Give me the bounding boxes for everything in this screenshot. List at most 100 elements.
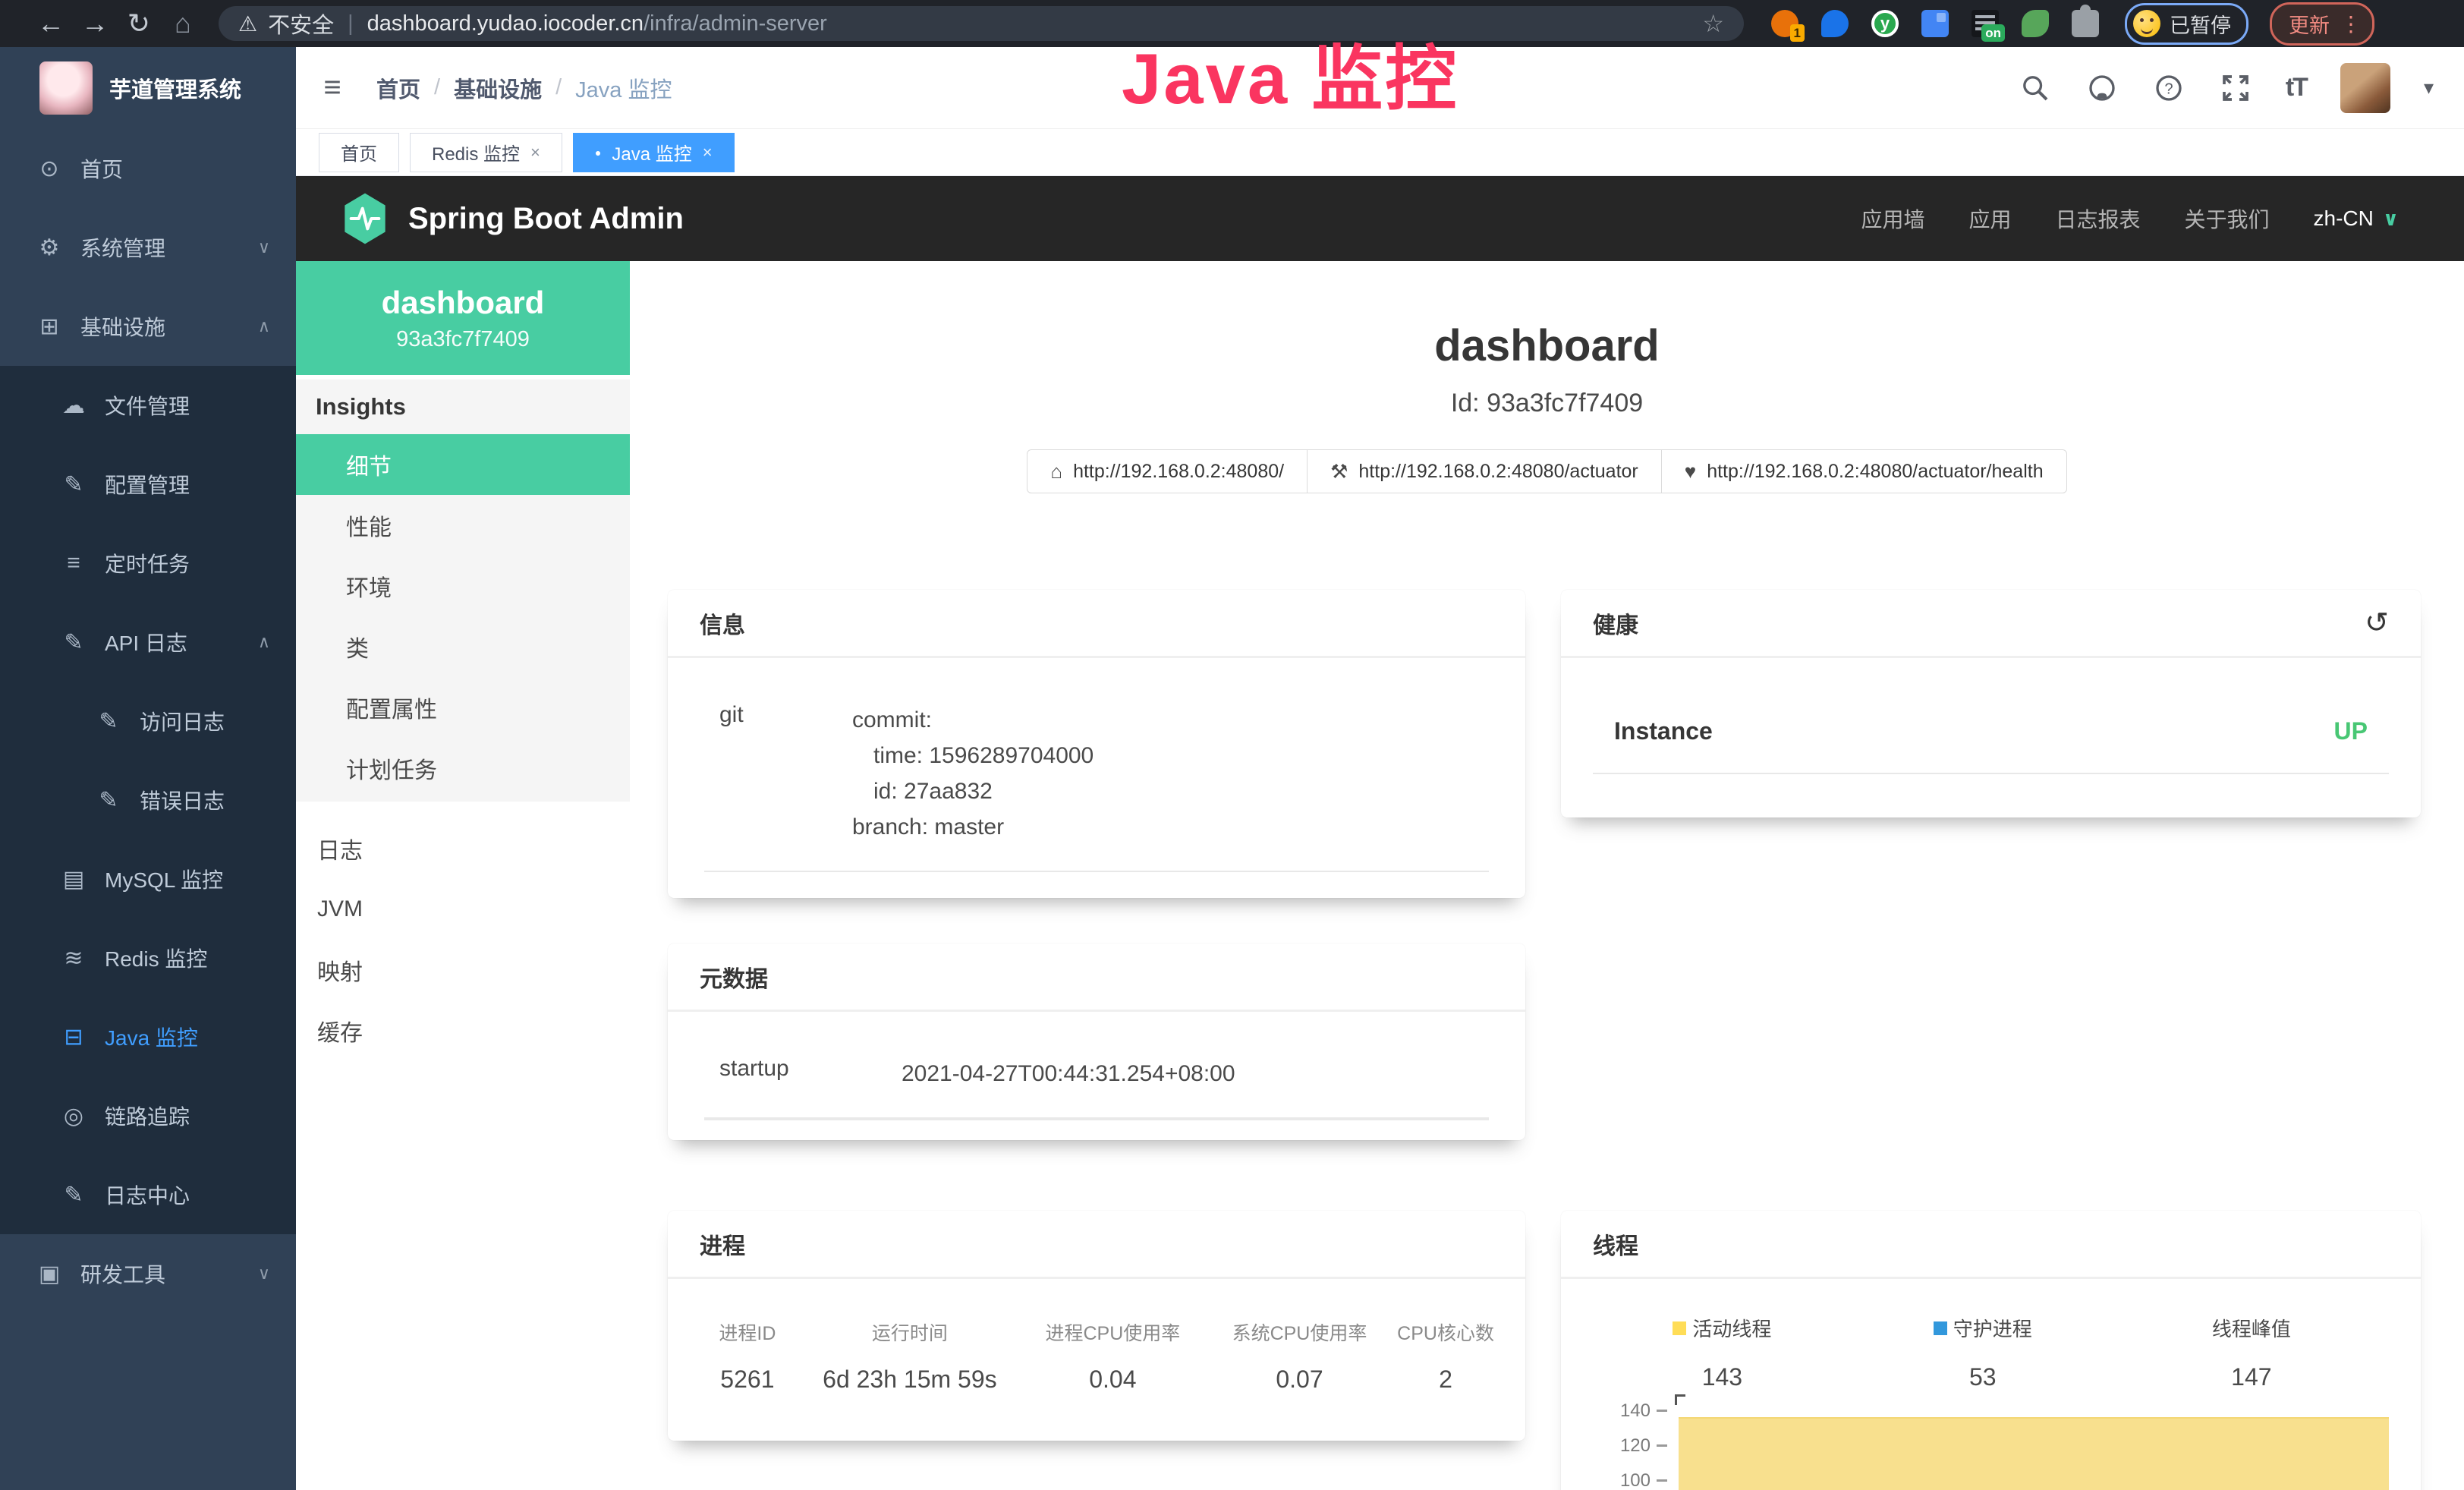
legend-item-live: 活动线程 — [1584, 1314, 1861, 1342]
extension-grid-icon[interactable] — [1921, 10, 1949, 37]
chevron-up-icon: ∧ — [258, 632, 270, 652]
schedule-icon: ≡ — [56, 550, 91, 576]
threads-legend: 活动线程 守护进程 线程峰值 — [1584, 1314, 2398, 1342]
user-avatar[interactable] — [2340, 63, 2390, 113]
extension-leaf-icon[interactable] — [2022, 10, 2049, 37]
infra-submenu: ☁ 文件管理 ✎ 配置管理 ≡ 定时任务 ✎ API 日志 ∧ ✎ 访问日志 ✎ — [0, 366, 296, 1234]
sba-item-config-props[interactable]: 配置属性 — [296, 677, 630, 738]
help-icon[interactable]: ? — [2152, 71, 2186, 105]
wrench-icon: ⚒ — [1330, 460, 1348, 484]
sba-item-logs[interactable]: 日志 — [296, 818, 630, 879]
browser-back-icon[interactable]: ← — [29, 8, 73, 39]
sidebar-item-label: 日志中心 — [105, 1180, 190, 1210]
sba-item-metrics[interactable]: 性能 — [296, 495, 630, 556]
instance-name: dashboard — [382, 285, 545, 321]
sba-item-environment[interactable]: 环境 — [296, 556, 630, 616]
sba-nav-about[interactable]: 关于我们 — [2185, 203, 2270, 234]
sidebar-item-java-monitor[interactable]: ⊟ Java 监控 — [0, 997, 296, 1076]
health-url-button[interactable]: ♥ http://192.168.0.2:48080/actuator/heal… — [1661, 449, 2067, 493]
pid-value: 5261 — [691, 1366, 804, 1394]
sidebar-item-label: 基础设施 — [80, 311, 165, 342]
service-url-button[interactable]: ⌂ http://192.168.0.2:48080/ — [1027, 449, 1308, 493]
sba-item-jvm[interactable]: JVM — [296, 879, 630, 940]
extensions-puzzle-icon[interactable] — [2072, 10, 2099, 37]
breadcrumb-home[interactable]: 首页 — [376, 72, 420, 104]
sba-nav-applications[interactable]: 应用 — [1968, 203, 2011, 234]
sba-item-details[interactable]: 细节 — [296, 434, 630, 495]
bookmark-star-icon[interactable]: ☆ — [1702, 9, 1724, 38]
column-header: 进程CPU使用率 — [1015, 1318, 1210, 1346]
sba-brand[interactable]: Spring Boot Admin — [341, 192, 684, 245]
fullscreen-icon[interactable] — [2219, 71, 2252, 105]
tab-label: 首页 — [341, 139, 377, 165]
sidebar-item-mysql-monitor[interactable]: ▤ MySQL 监控 — [0, 840, 296, 918]
home-icon: ⌂ — [1050, 460, 1062, 484]
actuator-url-button[interactable]: ⚒ http://192.168.0.2:48080/actuator — [1307, 449, 1662, 493]
table-row[interactable]: Instance UP — [1593, 717, 2389, 774]
java-monitor-icon: ⊟ — [56, 1024, 91, 1051]
tab-java-monitor[interactable]: ● Java 监控 × — [573, 133, 735, 172]
sidebar-item-redis-monitor[interactable]: ≋ Redis 监控 — [0, 918, 296, 997]
tags-view-bar: 首页 Redis 监控 × ● Java 监控 × — [296, 129, 2464, 176]
app-title: 芋道管理系统 — [109, 72, 241, 104]
sidebar-item-log-center[interactable]: ✎ 日志中心 — [0, 1155, 296, 1234]
sidebar-item-dev-tools[interactable]: ▣ 研发工具 ∨ — [0, 1234, 296, 1313]
sba-nav-journal[interactable]: 日志报表 — [2056, 203, 2141, 234]
sidebar-item-scheduled-jobs[interactable]: ≡ 定时任务 — [0, 524, 296, 603]
close-icon[interactable]: × — [703, 143, 713, 162]
search-icon[interactable] — [2019, 71, 2052, 105]
chevron-down-icon: ∨ — [2383, 207, 2399, 231]
user-menu-caret-icon[interactable]: ▾ — [2424, 76, 2434, 99]
eye-icon: ◎ — [56, 1103, 91, 1129]
address-bar[interactable]: ⚠ 不安全 | dashboard.yudao.iocoder.cn /infr… — [219, 6, 1744, 41]
sidebar-item-label: 错误日志 — [140, 785, 225, 815]
legend-yellow-swatch-icon — [1673, 1321, 1686, 1335]
insights-label: Insights — [296, 380, 630, 434]
sidebar-item-label: 研发工具 — [80, 1258, 165, 1289]
extension-icon[interactable]: 1 — [1771, 10, 1798, 37]
sba-locale-select[interactable]: zh-CN ∨ — [2314, 206, 2399, 231]
extension-icon[interactable]: on — [1972, 10, 1999, 37]
tab-home[interactable]: 首页 — [319, 133, 399, 172]
sidebar-item-label: Java 监控 — [105, 1022, 198, 1052]
browser-home-icon[interactable]: ⌂ — [161, 8, 205, 39]
close-icon[interactable]: × — [530, 143, 540, 162]
browser-menu-kebab-icon[interactable]: ⋮ — [2340, 11, 2362, 36]
browser-reload-icon[interactable]: ↻ — [117, 8, 161, 39]
font-size-icon[interactable]: tT — [2286, 73, 2307, 102]
sidebar-item-config-manage[interactable]: ✎ 配置管理 — [0, 445, 296, 524]
sidebar-item-tracing[interactable]: ◎ 链路追踪 — [0, 1076, 296, 1155]
sba-item-caches[interactable]: 缓存 — [296, 1000, 630, 1061]
history-icon[interactable]: ↺ — [2365, 606, 2389, 640]
admin-menu: ⊙ 首页 ⚙ 系统管理 ∨ ⊞ 基础设施 ∧ ☁ 文件管理 ✎ 配置管理 ≡ 定… — [0, 129, 296, 1313]
sba-instance-header[interactable]: dashboard 93a3fc7f7409 — [296, 261, 630, 375]
sba-nav-wallboard[interactable]: 应用墙 — [1861, 203, 1924, 234]
sidebar-item-label: 系统管理 — [80, 232, 165, 263]
chrome-update-button[interactable]: 更新 ⋮ — [2270, 2, 2374, 46]
breadcrumb-infra[interactable]: 基础设施 — [454, 72, 542, 104]
sidebar-item-error-log[interactable]: ✎ 错误日志 — [0, 761, 296, 840]
sidebar-item-access-log[interactable]: ✎ 访问日志 — [0, 682, 296, 761]
threads-card-body: 活动线程 守护进程 线程峰值 143 53 147 — [1561, 1279, 2421, 1391]
sidebar-item-home[interactable]: ⊙ 首页 — [0, 129, 296, 208]
sba-item-mappings[interactable]: 映射 — [296, 940, 630, 1000]
page-title: dashboard — [630, 320, 2464, 371]
extension-icon[interactable]: y — [1871, 10, 1899, 37]
sidebar-item-system[interactable]: ⚙ 系统管理 ∨ — [0, 208, 296, 287]
sidebar-collapse-icon[interactable]: ≡ — [310, 71, 355, 105]
browser-forward-icon[interactable]: → — [73, 8, 117, 39]
github-icon[interactable] — [2085, 71, 2119, 105]
legend-label: 线程峰值 — [2212, 1314, 2291, 1342]
sba-item-classes[interactable]: 类 — [296, 616, 630, 677]
extension-pin-icon[interactable] — [1821, 10, 1849, 37]
sba-item-scheduled-tasks[interactable]: 计划任务 — [296, 738, 630, 799]
heartbeat-icon: ♥ — [1685, 460, 1696, 484]
locale-label: zh-CN — [2314, 206, 2374, 231]
app-logo-image — [39, 61, 93, 115]
sidebar-item-file-manage[interactable]: ☁ 文件管理 — [0, 366, 296, 445]
app-logo-row[interactable]: 芋道管理系统 — [0, 47, 296, 129]
sidebar-item-api-log[interactable]: ✎ API 日志 ∧ — [0, 603, 296, 682]
sidebar-item-infra[interactable]: ⊞ 基础设施 ∧ — [0, 287, 296, 366]
profile-paused-badge[interactable]: 已暂停 — [2125, 3, 2248, 45]
tab-redis-monitor[interactable]: Redis 监控 × — [410, 133, 562, 172]
